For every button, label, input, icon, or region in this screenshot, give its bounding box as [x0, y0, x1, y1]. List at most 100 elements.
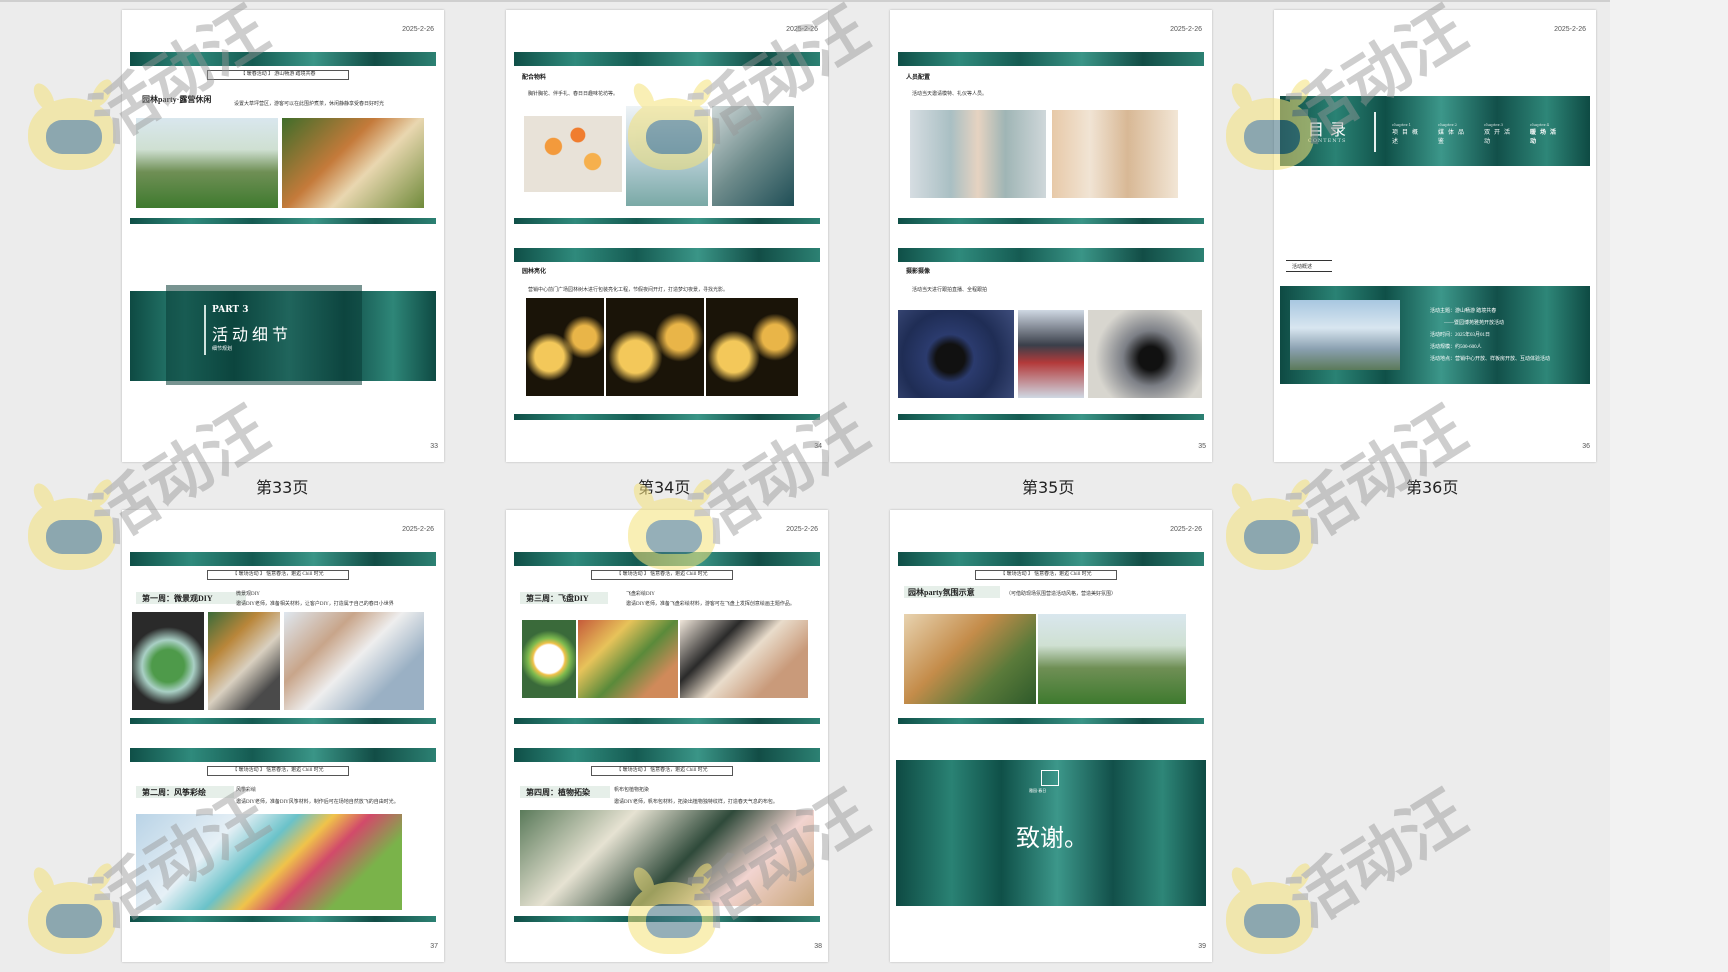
- page-thumbnail-38[interactable]: 2025-2-26 【 暖场活动 】 惬意春活，邂逅 Chill 时光 第三周：…: [506, 510, 828, 962]
- stair-flowers-photo: [712, 106, 794, 206]
- teal-band: [130, 916, 436, 922]
- part-label: PART 3: [212, 305, 249, 315]
- section-desc-title: 飞盘彩绘DIY: [626, 592, 655, 597]
- night-lights-photo-3: [706, 298, 798, 396]
- page-kicker: 【 暖场活动 】 惬意春活，邂逅 Chill 时光: [207, 570, 349, 580]
- toc-subtitle: CONTENTS: [1308, 138, 1347, 144]
- page-number: 33: [430, 443, 438, 450]
- toc-banner: 目录 CONTENTS chapter.1 项目概述 chapter.2 媒体品…: [1280, 96, 1590, 166]
- part-title: 活动细节: [212, 325, 293, 344]
- section-title: 摄影摄像: [906, 269, 931, 275]
- terrarium-photo: [132, 612, 204, 710]
- teal-band: [898, 248, 1204, 262]
- section-desc: 营销中心前门广场园林树木进行包装亮化工程，节假夜间开灯，打造梦幻夜景，寻找光影。: [528, 288, 729, 293]
- teal-band: [514, 52, 820, 66]
- section-desc: 邀请DIY老师，准备DIY风筝材料，制作后可在场地自然放飞的自由时光。: [236, 800, 399, 805]
- section-title: 人员配置: [906, 75, 931, 81]
- page-kicker: 【 暖场活动 】 惬意春活，邂逅 Chill 时光: [207, 766, 349, 776]
- teal-band: [130, 748, 436, 762]
- page-thumbnail-37[interactable]: 2025-2-26 【 暖场活动 】 惬意春活，邂逅 Chill 时光 第一周：…: [122, 510, 444, 962]
- page-date: 2025-2-26: [1170, 526, 1202, 533]
- picnic-table-photo: [282, 118, 424, 208]
- section-note: （可借助现场氛围营造活动风格，营造美好氛围）: [1006, 592, 1117, 597]
- page-number: 35: [1198, 443, 1206, 450]
- section-desc: 邀请DIY老师，帆布包材料，拓染出植物独特纹样，打造春天气息的布包。: [614, 800, 778, 805]
- party-tent-photo: [1038, 614, 1186, 704]
- top-divider: [0, 0, 1610, 2]
- part-subtitle: 细节规划: [212, 346, 233, 352]
- page-date: 2025-2-26: [786, 26, 818, 33]
- teal-band: [898, 52, 1204, 66]
- page-date: 2025-2-26: [402, 26, 434, 33]
- teal-band: [514, 552, 820, 566]
- hostess-photo: [1052, 110, 1178, 198]
- overview-panel: 活动主题：游山畅游 踏境共春 ——暨园博苑雅苑开放活动 活动时间：2025年03…: [1280, 286, 1590, 384]
- logo-icon: [1041, 770, 1059, 786]
- painting-kid-photo: [680, 620, 808, 698]
- overview-info: 活动主题：游山畅游 踏境共春 ——暨园博苑雅苑开放活动 活动时间：2025年03…: [1430, 309, 1551, 362]
- section-title: 第四周：植物拓染: [526, 788, 590, 797]
- section-desc: 胸针胸花、伴手礼、春日日趣味花坊等。: [528, 92, 619, 97]
- teal-band: [130, 52, 436, 66]
- page-thumbnail-34[interactable]: 2025-2-26 配合物料 胸针胸花、伴手礼、春日日趣味花坊等。 园林亮化 营…: [506, 10, 828, 462]
- party-decor-photo: [904, 614, 1036, 704]
- section-desc: 邀请DIY老师，准备飞盘彩绘材料，游客可在飞盘上发挥创意绘画主题作品。: [626, 602, 795, 607]
- section-desc: 活动当天邀请模特、礼仪等人员。: [912, 92, 988, 97]
- toc-item-4[interactable]: chapter.4 暖场活动: [1530, 122, 1574, 145]
- painted-frisbee-photo: [522, 620, 576, 698]
- section-title: 第三周：飞盘DIY: [526, 594, 589, 603]
- night-lights-photo-1: [526, 298, 604, 396]
- page-kicker: 【 暖场活动 】 惬意春活，邂逅 Chill 时光: [591, 570, 733, 580]
- models-photo: [910, 110, 1046, 198]
- toc-item-2[interactable]: chapter.2 媒体品鉴: [1438, 122, 1482, 145]
- plant-dye-bag-photo: [520, 810, 814, 906]
- section-title: 园林party·露营休闲: [142, 95, 212, 104]
- toc-item-3[interactable]: chapter.3 双开活动: [1484, 122, 1528, 145]
- camping-tent-photo: [136, 118, 278, 208]
- page-thumbnail-36[interactable]: 2025-2-26 目录 CONTENTS chapter.1 项目概述 cha…: [1274, 10, 1596, 462]
- page-number: 38: [814, 943, 822, 950]
- thanks-text: 致谢。: [1016, 824, 1088, 852]
- toc-item-1[interactable]: chapter.1 项目概述: [1392, 122, 1436, 145]
- teal-band: [130, 218, 436, 224]
- page-thumbnail-33[interactable]: 2025-2-26 【 暖春活动 】 游山畅游 踏境共春 园林party·露营休…: [122, 10, 444, 462]
- watermark: 活动汪: [1226, 777, 1479, 972]
- section-desc-title: 微景观DIY: [236, 592, 260, 597]
- section-desc: 邀请DIY老师，准备相关材料，让客户DIY，打造属于自己的春日小世界: [236, 602, 394, 607]
- teal-band: [514, 748, 820, 762]
- building-photo: [1290, 300, 1400, 370]
- section-desc: 活动当天进行跟拍直播、全程跟拍: [912, 288, 988, 293]
- page-number: 37: [430, 943, 438, 950]
- page-caption-33: 第33页: [256, 478, 309, 497]
- page-kicker: 【 暖场活动 】 惬意春活，邂逅 Chill 时光: [591, 766, 733, 776]
- toc-title: 目录: [1308, 120, 1353, 139]
- overview-tag: 活动概述: [1286, 260, 1332, 272]
- section-title: 第二周：风筝彩绘: [142, 788, 206, 797]
- teal-band: [514, 248, 820, 262]
- teal-band: [130, 552, 436, 566]
- page-kicker: 【 暖场活动 】 惬意春活，邂逅 Chill 时光: [975, 570, 1117, 580]
- teal-band: [514, 218, 820, 224]
- teal-band: [514, 916, 820, 922]
- venue-decor-photo: [626, 106, 708, 206]
- livestream-phone-photo: [1018, 310, 1084, 398]
- section-desc-title: 风筝彩绘: [236, 788, 257, 793]
- page-number: 34: [814, 443, 822, 450]
- teal-band: [130, 718, 436, 724]
- page-thumbnail-35[interactable]: 2025-2-26 人员配置 活动当天邀请模特、礼仪等人员。 摄影摄像 活动当天…: [890, 10, 1212, 462]
- part-banner: PART 3 活动细节 细节规划: [130, 285, 436, 385]
- diy-photo-2: [284, 612, 424, 710]
- page-caption-36: 第36页: [1406, 478, 1459, 497]
- page-number: 39: [1198, 943, 1206, 950]
- page-date: 2025-2-26: [786, 526, 818, 533]
- page-date: 2025-2-26: [1170, 26, 1202, 33]
- section-desc-title: 帆布包植物拓染: [614, 788, 650, 793]
- section-title: 园林party氛围示意: [908, 588, 975, 597]
- page-thumbnail-39[interactable]: 2025-2-26 【 暖场活动 】 惬意春活，邂逅 Chill 时光 园林pa…: [890, 510, 1212, 962]
- page-caption-35: 第35页: [1022, 478, 1075, 497]
- section-title: 第一周：微景观DIY: [142, 594, 213, 603]
- kite-painting-photo: [136, 814, 402, 910]
- thanks-panel: 雅园·春日 致谢。: [896, 760, 1206, 906]
- section-title: 园林亮化: [522, 269, 547, 275]
- frisbee-booth-photo: [578, 620, 678, 698]
